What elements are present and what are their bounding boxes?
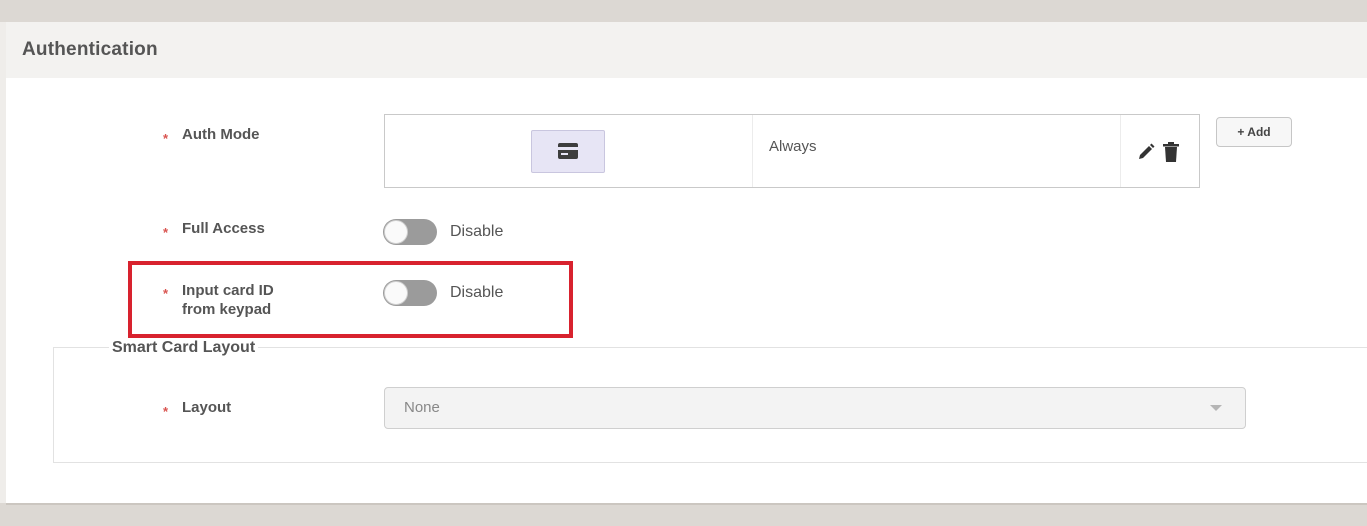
trash-icon[interactable]: [1163, 142, 1179, 162]
side-shade: [0, 22, 6, 503]
add-auth-mode-button[interactable]: + Add: [1216, 117, 1292, 147]
full-access-state: Disable: [450, 223, 504, 240]
top-band: [0, 0, 1367, 22]
auth-mode-schedule: Always: [769, 138, 817, 155]
required-marker: *: [163, 404, 169, 419]
column-divider: [752, 115, 753, 187]
toggle-knob: [384, 220, 408, 244]
section-title: Authentication: [22, 39, 158, 60]
layout-label: Layout: [182, 399, 232, 416]
pencil-icon[interactable]: [1137, 143, 1155, 161]
bottom-band: [0, 503, 1367, 526]
layout-select-value: None: [404, 399, 440, 416]
layout-select[interactable]: None: [384, 387, 1246, 429]
section-header: Authentication: [6, 22, 1367, 78]
credential-chip[interactable]: [531, 130, 605, 173]
auth-mode-table: Always: [384, 114, 1200, 188]
column-divider: [1120, 115, 1121, 187]
smart-card-layout-legend: Smart Card Layout: [109, 339, 259, 357]
full-access-label: Full Access: [182, 220, 265, 237]
card-icon: [558, 143, 578, 159]
required-marker: *: [163, 225, 169, 240]
auth-mode-label: Auth Mode: [182, 126, 260, 143]
bottom-band-edge: [6, 503, 1367, 505]
chevron-down-icon: [1210, 405, 1222, 411]
required-marker: *: [163, 131, 169, 146]
full-access-toggle[interactable]: [383, 219, 437, 245]
highlight-box: [128, 261, 573, 338]
